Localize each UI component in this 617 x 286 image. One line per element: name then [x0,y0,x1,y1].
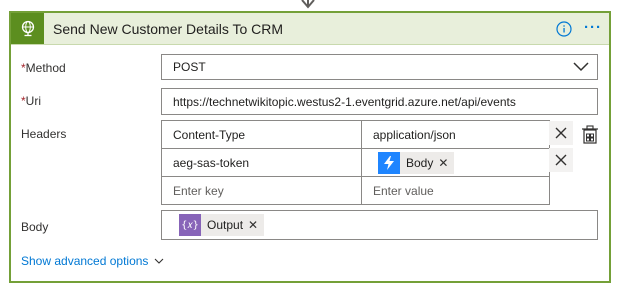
remove-token-icon[interactable]: ✕ [248,218,264,232]
connector-arrow-icon [301,0,315,9]
globe-icon [11,13,44,44]
action-title[interactable]: Send New Customer Details To CRM [53,21,283,37]
switch-to-text-mode-icon[interactable] [581,125,599,145]
header-key-input[interactable]: aeg-sas-token [162,149,361,176]
remove-token-icon[interactable]: ✕ [438,156,454,170]
method-label: *Method [21,61,66,75]
more-options-icon[interactable]: ··· [584,19,602,36]
expression-icon: {𝑥} [179,214,201,236]
header-key-input[interactable]: Content-Type [162,121,361,148]
headers-table: Content-Type application/json aeg-sas-to… [161,120,550,205]
expression-token[interactable]: {𝑥} Output ✕ [179,214,265,236]
lightning-icon [378,151,400,174]
new-header-value-input[interactable]: Enter value [362,177,549,204]
chevron-down-icon [155,258,164,264]
headers-label: Headers [21,127,67,141]
token-label: Body [406,155,434,170]
new-header-key-input[interactable]: Enter key [162,177,361,204]
uri-value: https://technetwikitopic.westus2-1.event… [173,94,516,109]
header-value-input[interactable]: Body ✕ [362,149,549,176]
body-input[interactable]: {𝑥} Output ✕ [161,210,598,240]
uri-input[interactable]: https://technetwikitopic.westus2-1.event… [161,88,598,115]
dynamic-content-token[interactable]: Body ✕ [378,151,455,174]
close-icon [555,127,567,139]
info-icon[interactable] [556,21,572,37]
show-advanced-options-link[interactable]: Show advanced options [21,254,164,268]
delete-row-button[interactable] [549,148,573,172]
card-header[interactable]: Send New Customer Details To CRM ··· [11,13,609,45]
method-value: POST [173,60,206,74]
token-label: Output [207,218,244,232]
delete-row-button[interactable] [549,121,573,145]
chevron-down-icon [573,62,589,72]
method-select[interactable]: POST [161,54,598,80]
close-icon [555,154,567,166]
http-action-card: Send New Customer Details To CRM ··· *Me… [9,11,611,283]
header-value-input[interactable]: application/json [362,121,549,148]
uri-label: *Uri [21,94,41,108]
body-label: Body [21,220,49,234]
